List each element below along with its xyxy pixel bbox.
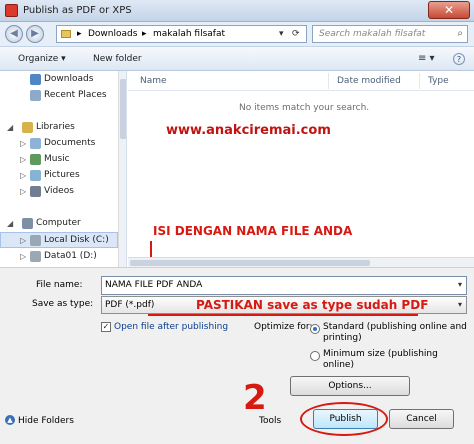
navigation-pane: Downloads Recent Places ◢ Libraries ▷ Do… <box>0 71 127 267</box>
column-type[interactable]: Type <box>428 76 449 86</box>
nav-item-local-disk-c[interactable]: ▷ Local Disk (C:) <box>0 232 118 248</box>
nav-scroll-thumb[interactable] <box>120 79 126 139</box>
title-bar: Publish as PDF or XPS ✕ <box>0 0 474 22</box>
nav-item-documents[interactable]: ▷ Documents <box>0 136 118 152</box>
annotation-step-number: 2 <box>243 378 267 418</box>
search-icon[interactable]: ⌕ <box>457 28 463 39</box>
nav-label: Computer <box>36 218 81 228</box>
save-type-label: Save as type: <box>32 299 94 309</box>
expand-arrow-icon[interactable]: ▷ <box>20 252 26 261</box>
chevron-up-icon[interactable]: ▲ <box>5 415 15 425</box>
file-name-label: File name: <box>36 280 83 290</box>
nav-scrollbar[interactable] <box>118 71 126 267</box>
file-name-field[interactable]: NAMA FILE PDF ANDA ▾ <box>101 276 467 295</box>
forward-button[interactable]: ▶ <box>26 25 44 43</box>
minimum-size-radio[interactable] <box>310 351 320 361</box>
window-title: Publish as PDF or XPS <box>23 5 132 16</box>
nav-item-music[interactable]: ▷ Music <box>0 152 118 168</box>
minimum-size-label[interactable]: Minimum size (publishing online) <box>323 349 443 371</box>
folder-icon <box>61 30 71 38</box>
nav-item-recent-places[interactable]: Recent Places <box>0 88 118 104</box>
optimize-label: Optimize for: <box>254 322 313 332</box>
expand-arrow-icon[interactable]: ▷ <box>20 139 26 148</box>
nav-label: Pictures <box>44 170 80 180</box>
expand-arrow-icon[interactable]: ▷ <box>20 155 26 164</box>
view-options-icon[interactable]: ≡ ▾ <box>418 53 435 64</box>
standard-radio[interactable] <box>310 324 320 334</box>
open-after-checkbox[interactable]: ✓ <box>101 322 111 332</box>
chevron-down-icon[interactable]: ▾ <box>458 300 462 309</box>
nav-label: Local Disk (C:) <box>44 235 109 245</box>
nav-item-data01-d[interactable]: ▷ Data01 (D:) <box>0 249 118 265</box>
address-row: ◀ ▶ ▸ Downloads ▸ makalah filsafat ▾ ⟳ S… <box>0 22 474 46</box>
file-name-value: NAMA FILE PDF ANDA <box>105 280 203 290</box>
column-divider[interactable] <box>328 73 329 89</box>
help-icon[interactable]: ? <box>453 53 465 65</box>
save-type-value: PDF (*.pdf) <box>105 300 155 310</box>
pdf-app-icon <box>5 4 18 17</box>
annotation-circle <box>300 402 388 436</box>
save-form: File name: NAMA FILE PDF ANDA ▾ Save as … <box>0 267 474 444</box>
nav-label: Data01 (D:) <box>44 251 97 261</box>
toolbar: Organize ▾ New folder ≡ ▾ ? <box>0 46 474 71</box>
crumb-makalah-filsafat[interactable]: makalah filsafat <box>153 29 225 39</box>
empty-message: No items match your search. <box>239 103 370 113</box>
crumb-separator: ▸ <box>77 29 82 39</box>
downloads-folder-icon <box>30 74 41 85</box>
cancel-button[interactable]: Cancel <box>389 409 454 429</box>
crumb-downloads[interactable]: Downloads <box>88 29 137 39</box>
expand-arrow-icon[interactable]: ▷ <box>20 236 26 245</box>
address-bar[interactable]: ▸ Downloads ▸ makalah filsafat ▾ ⟳ <box>56 25 307 43</box>
nav-label: Documents <box>44 138 96 148</box>
file-list: Name Date modified Type No items match y… <box>128 71 474 271</box>
annotation-underline <box>148 314 418 316</box>
videos-icon <box>30 186 41 197</box>
back-button[interactable]: ◀ <box>5 25 23 43</box>
chevron-down-icon[interactable]: ▾ <box>458 280 462 289</box>
expand-arrow-icon[interactable]: ▷ <box>20 171 26 180</box>
horizontal-scrollbar[interactable] <box>128 257 474 267</box>
column-name[interactable]: Name <box>140 76 167 86</box>
nav-label: Music <box>44 154 70 164</box>
watermark-text: www.anakciremai.com <box>166 123 331 138</box>
nav-item-pictures[interactable]: ▷ Pictures <box>0 168 118 184</box>
nav-label: Recent Places <box>44 90 107 100</box>
search-placeholder: Search makalah filsafat <box>319 29 426 39</box>
search-input[interactable]: Search makalah filsafat ⌕ <box>312 25 468 43</box>
drive-icon <box>30 235 41 246</box>
nav-label: Videos <box>44 186 74 196</box>
nav-label: Downloads <box>44 74 94 84</box>
options-button[interactable]: Options... <box>290 376 410 396</box>
collapse-arrow-icon[interactable]: ◢ <box>7 123 13 132</box>
annotation-save-type: PASTIKAN save as type sudah PDF <box>196 298 429 312</box>
history-dropdown-icon[interactable]: ▾ <box>279 29 284 39</box>
close-button[interactable]: ✕ <box>428 1 470 19</box>
horizontal-scroll-thumb[interactable] <box>130 260 370 266</box>
collapse-arrow-icon[interactable]: ◢ <box>7 219 13 228</box>
column-date-modified[interactable]: Date modified <box>337 76 401 86</box>
expand-arrow-icon[interactable]: ▷ <box>20 187 26 196</box>
documents-icon <box>30 138 41 149</box>
column-header: Name Date modified Type <box>128 71 474 91</box>
new-folder-button[interactable]: New folder <box>93 54 142 64</box>
computer-icon <box>22 218 33 229</box>
pictures-icon <box>30 170 41 181</box>
annotation-file-name: ISI DENGAN NAMA FILE ANDA <box>153 224 353 238</box>
standard-label[interactable]: Standard (publishing online and printing… <box>323 322 468 344</box>
nav-item-videos[interactable]: ▷ Videos <box>0 184 118 200</box>
nav-item-libraries[interactable]: ◢ Libraries <box>0 120 118 136</box>
drive-icon <box>30 251 41 262</box>
libraries-icon <box>22 122 33 133</box>
nav-label: Libraries <box>36 122 75 132</box>
column-divider[interactable] <box>419 73 420 89</box>
crumb-separator: ▸ <box>142 29 147 39</box>
organize-menu[interactable]: Organize ▾ <box>18 54 66 64</box>
recent-places-icon <box>30 90 41 101</box>
refresh-icon[interactable]: ⟳ <box>292 29 300 39</box>
hide-folders-button[interactable]: Hide Folders <box>18 416 74 426</box>
nav-item-computer[interactable]: ◢ Computer <box>0 216 118 232</box>
nav-item-downloads[interactable]: Downloads <box>0 72 118 88</box>
music-icon <box>30 154 41 165</box>
open-after-label[interactable]: Open file after publishing <box>114 322 228 332</box>
